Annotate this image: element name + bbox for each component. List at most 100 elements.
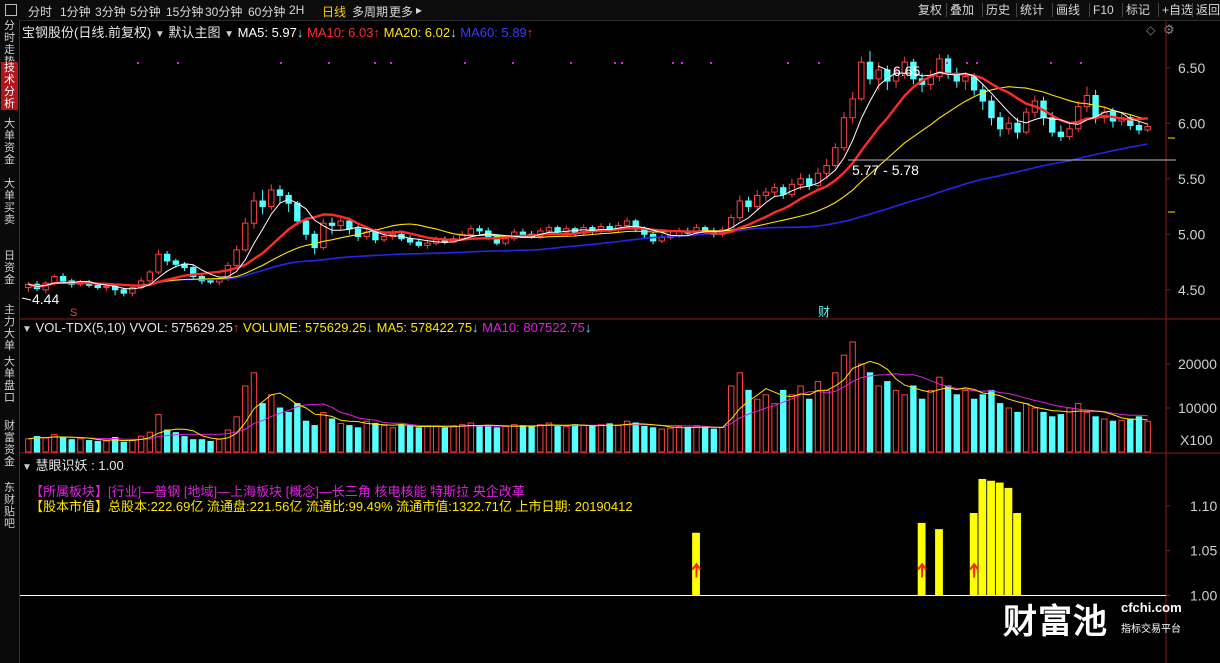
candle-body: [259, 200, 266, 208]
candle-body: [415, 241, 422, 246]
candle-body: [823, 164, 830, 174]
candle-body: [762, 191, 770, 196]
signal-dot: [976, 62, 978, 64]
signal-dot: [570, 62, 572, 64]
volume-bar: [424, 425, 431, 453]
candle-body: [59, 275, 67, 282]
volume-bar: [129, 439, 136, 453]
volume-bar: [476, 425, 483, 453]
volume-bar: [1066, 407, 1073, 453]
signal-dot: [1050, 62, 1052, 64]
candle-body: [554, 227, 561, 233]
candle-body: [996, 117, 1004, 130]
indicator-bar: [935, 529, 943, 596]
candle-body: [311, 233, 318, 249]
price-axis-label: 6.00: [1178, 115, 1205, 131]
candle-body: [736, 200, 744, 219]
indicator-bar: [987, 480, 995, 596]
volume-bar: [641, 425, 648, 453]
volume-bar: [432, 425, 440, 453]
signal-dot: [374, 62, 376, 64]
volume-bar: [892, 389, 900, 453]
signal-dot: [280, 62, 282, 64]
signal-dot: [328, 62, 330, 64]
volume-bar: [493, 427, 501, 453]
indicator-bar: [969, 513, 978, 596]
volume-bar: [962, 389, 969, 453]
chart-canvas[interactable]: 6.50 6.00 5.50 5.00 4.50 6.65 4.44 5.77 - 5.78 S…: [0, 0, 1220, 663]
signal-dot: [1080, 62, 1082, 64]
volume-bar: [788, 394, 796, 453]
watermark-slogan: 指标交易平台: [1121, 624, 1181, 635]
volume-bar: [33, 436, 41, 453]
volume-bar: [849, 341, 856, 453]
candle-body: [1083, 95, 1091, 108]
volume-bar: [701, 427, 709, 453]
volume-bar: [988, 389, 995, 453]
candle-body: [858, 61, 865, 100]
volume-bar: [1031, 407, 1039, 453]
candle-body: [155, 253, 162, 273]
candle-body: [840, 117, 848, 149]
volume-bar: [198, 439, 206, 453]
marker-s: S: [70, 307, 77, 319]
volume-bar: [597, 424, 605, 453]
volume-bar: [1135, 416, 1143, 453]
candle-body: [944, 58, 952, 74]
volume-bar: [146, 431, 154, 453]
volume-bar: [120, 441, 127, 453]
candle-body: [467, 228, 475, 235]
candle-body: [103, 285, 110, 289]
volume-axis-label: 10000: [1178, 400, 1217, 416]
candle-body: [172, 260, 180, 265]
volume-bar: [441, 427, 449, 453]
volume-bar: [389, 427, 396, 453]
volume-bar: [563, 425, 570, 453]
volume-bar: [615, 425, 622, 453]
volume-bar: [606, 423, 613, 453]
candle-body: [328, 222, 336, 226]
volume-bar: [85, 440, 93, 453]
candle-body: [276, 189, 284, 196]
indicator-bar: [1004, 487, 1013, 596]
volume-bar: [302, 420, 310, 453]
low-price-pointer: [21, 297, 32, 301]
candle-body: [832, 147, 839, 166]
candle-body: [771, 187, 778, 193]
volume-bar: [42, 437, 49, 453]
volume-bar: [927, 389, 934, 453]
candle-body: [1014, 122, 1021, 133]
candle-body: [962, 76, 969, 82]
volume-bar: [537, 424, 544, 453]
volume-bar: [1092, 416, 1099, 453]
candle-body: [545, 227, 553, 232]
volume-bar: [528, 425, 535, 453]
price-axis-label: 4.50: [1178, 282, 1205, 298]
volume-bar: [181, 436, 188, 453]
candle-body: [406, 238, 414, 243]
candle-body: [207, 280, 214, 283]
volume-bar: [458, 424, 466, 453]
candle-body: [1066, 128, 1073, 138]
candle-body: [268, 189, 275, 208]
candle-body: [806, 178, 813, 186]
candle-body: [380, 236, 388, 241]
volume-bar: [936, 376, 943, 453]
volume-bar: [485, 425, 492, 453]
candle-body: [94, 284, 101, 289]
volume-bar: [632, 422, 639, 453]
volume-bar: [163, 429, 171, 453]
ma60-line: [28, 143, 1148, 288]
volume-bar: [59, 436, 67, 453]
volume-bar: [545, 422, 553, 453]
indicator-bar: [978, 478, 987, 596]
watermark-logo: 财富池 cfchi.com 指标交易平台: [1003, 596, 1213, 642]
volume-bar: [667, 427, 674, 453]
candle-body: [1057, 131, 1065, 138]
volume-axis-label: 20000: [1178, 356, 1217, 372]
signal-dot: [710, 62, 712, 64]
volume-bar: [979, 394, 986, 453]
volume-bar: [996, 403, 1004, 453]
volume-bar: [754, 398, 761, 453]
volume-bar: [884, 381, 891, 453]
